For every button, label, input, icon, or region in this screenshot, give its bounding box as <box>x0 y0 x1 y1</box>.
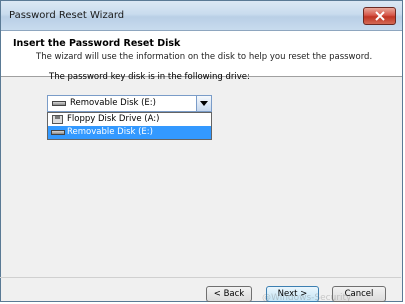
page-title: Insert the Password Reset Disk <box>13 38 181 49</box>
drive-select-value: Removable Disk (E:) <box>70 98 156 108</box>
watermark: @Windows-Security <box>262 293 352 303</box>
option-label: Removable Disk (E:) <box>67 127 153 137</box>
drive-label: The password key disk is in the followin… <box>49 72 250 82</box>
removable-disk-icon <box>52 101 66 106</box>
close-icon <box>375 11 385 21</box>
dropdown-option-removable[interactable]: Removable Disk (E:) <box>48 126 211 139</box>
wizard-header: Insert the Password Reset Disk The wizar… <box>1 31 402 77</box>
removable-disk-icon <box>51 130 65 135</box>
wizard-window: Password Reset Wizard Insert the Passwor… <box>0 0 403 302</box>
drive-dropdown-list: Floppy Disk Drive (A:) Removable Disk (E… <box>47 112 212 140</box>
chevron-down-icon <box>200 101 208 106</box>
footer-divider <box>0 277 401 278</box>
dropdown-arrow-button[interactable] <box>196 96 211 111</box>
back-button[interactable]: < Back <box>206 286 252 302</box>
dropdown-option-floppy[interactable]: Floppy Disk Drive (A:) <box>48 113 211 126</box>
title-bar[interactable]: Password Reset Wizard <box>1 1 402 31</box>
option-label: Floppy Disk Drive (A:) <box>67 114 160 124</box>
close-button[interactable] <box>363 7 396 25</box>
window-title: Password Reset Wizard <box>9 10 125 21</box>
drive-select[interactable]: Removable Disk (E:) <box>47 95 212 112</box>
floppy-drive-icon <box>52 115 63 124</box>
page-subtitle: The wizard will use the information on t… <box>36 52 373 62</box>
